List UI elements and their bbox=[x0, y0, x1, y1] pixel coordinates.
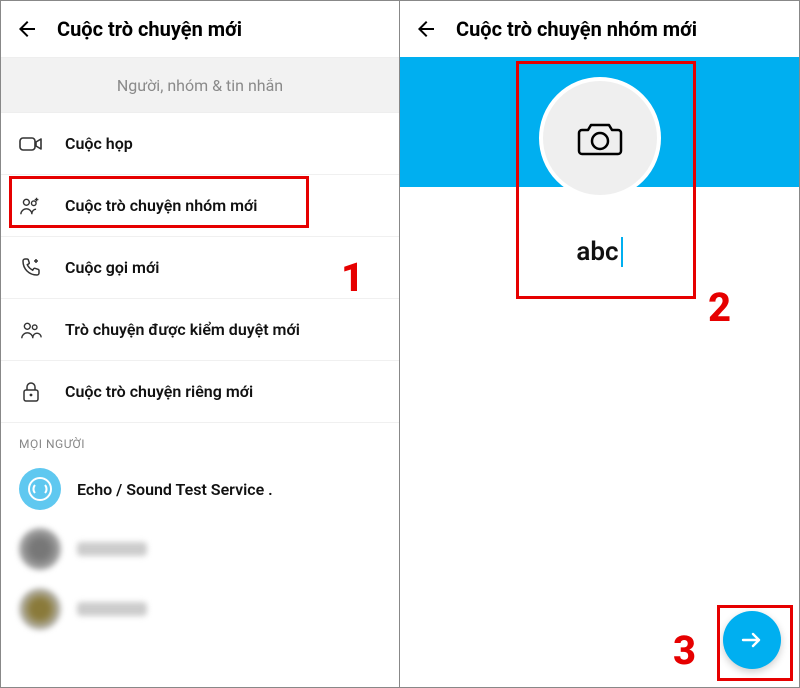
section-people-label: MỌI NGƯỜI bbox=[1, 423, 399, 459]
menu-new-group-chat[interactable]: Cuộc trò chuyện nhóm mới bbox=[1, 175, 399, 237]
page-title: Cuộc trò chuyện mới bbox=[57, 17, 242, 41]
menu-private-chat[interactable]: Cuộc trò chuyện riêng mới bbox=[1, 361, 399, 423]
avatar-section: abc bbox=[539, 77, 661, 267]
group-name-input[interactable]: abc bbox=[576, 237, 622, 267]
header-left: Cuộc trò chuyện mới bbox=[1, 1, 399, 57]
contact-name-blurred bbox=[77, 602, 147, 616]
new-group-panel: Cuộc trò chuyện nhóm mới abc 2 3 bbox=[400, 1, 799, 687]
lock-icon bbox=[19, 380, 43, 404]
search-placeholder: Người, nhóm & tin nhắn bbox=[117, 76, 283, 95]
header-right: Cuộc trò chuyện nhóm mới bbox=[400, 1, 799, 57]
contact-name-blurred bbox=[77, 542, 147, 556]
avatar-blurred bbox=[19, 528, 61, 570]
video-icon bbox=[19, 132, 43, 156]
arrow-left-icon bbox=[414, 17, 438, 41]
menu-list: Cuộc họp Cuộc trò chuyện nhóm mới Cuộc g… bbox=[1, 113, 399, 423]
menu-new-group-label: Cuộc trò chuyện nhóm mới bbox=[65, 196, 257, 215]
group-avatar-button[interactable] bbox=[539, 77, 661, 199]
menu-new-call-label: Cuộc gọi mới bbox=[65, 258, 159, 277]
group-add-icon bbox=[19, 194, 43, 218]
arrow-right-icon bbox=[739, 627, 765, 653]
back-button[interactable] bbox=[15, 17, 39, 41]
step-number-3: 3 bbox=[673, 627, 696, 674]
menu-meeting[interactable]: Cuộc họp bbox=[1, 113, 399, 175]
contact-echo[interactable]: Echo / Sound Test Service . bbox=[1, 459, 399, 519]
menu-new-call[interactable]: Cuộc gọi mới bbox=[1, 237, 399, 299]
avatar-blurred bbox=[19, 588, 61, 630]
back-button[interactable] bbox=[414, 17, 438, 41]
group-name-value: abc bbox=[576, 237, 618, 267]
step-number-2: 2 bbox=[708, 284, 731, 331]
phone-add-icon bbox=[19, 256, 43, 280]
menu-moderated-chat[interactable]: Trò chuyện được kiểm duyệt mới bbox=[1, 299, 399, 361]
next-button[interactable] bbox=[723, 611, 781, 669]
menu-meeting-label: Cuộc họp bbox=[65, 134, 133, 153]
menu-private-label: Cuộc trò chuyện riêng mới bbox=[65, 382, 253, 401]
new-chat-panel: Cuộc trò chuyện mới Người, nhóm & tin nh… bbox=[1, 1, 400, 687]
contact-echo-name: Echo / Sound Test Service . bbox=[77, 480, 273, 499]
avatar-echo bbox=[19, 468, 61, 510]
group-icon bbox=[19, 318, 43, 342]
contact-blurred-2[interactable] bbox=[1, 579, 399, 639]
arrow-left-icon bbox=[15, 17, 39, 41]
menu-moderated-label: Trò chuyện được kiểm duyệt mới bbox=[65, 320, 300, 339]
page-title: Cuộc trò chuyện nhóm mới bbox=[456, 17, 697, 41]
camera-icon bbox=[577, 118, 623, 158]
search-input[interactable]: Người, nhóm & tin nhắn bbox=[1, 57, 399, 113]
contact-blurred-1[interactable] bbox=[1, 519, 399, 579]
